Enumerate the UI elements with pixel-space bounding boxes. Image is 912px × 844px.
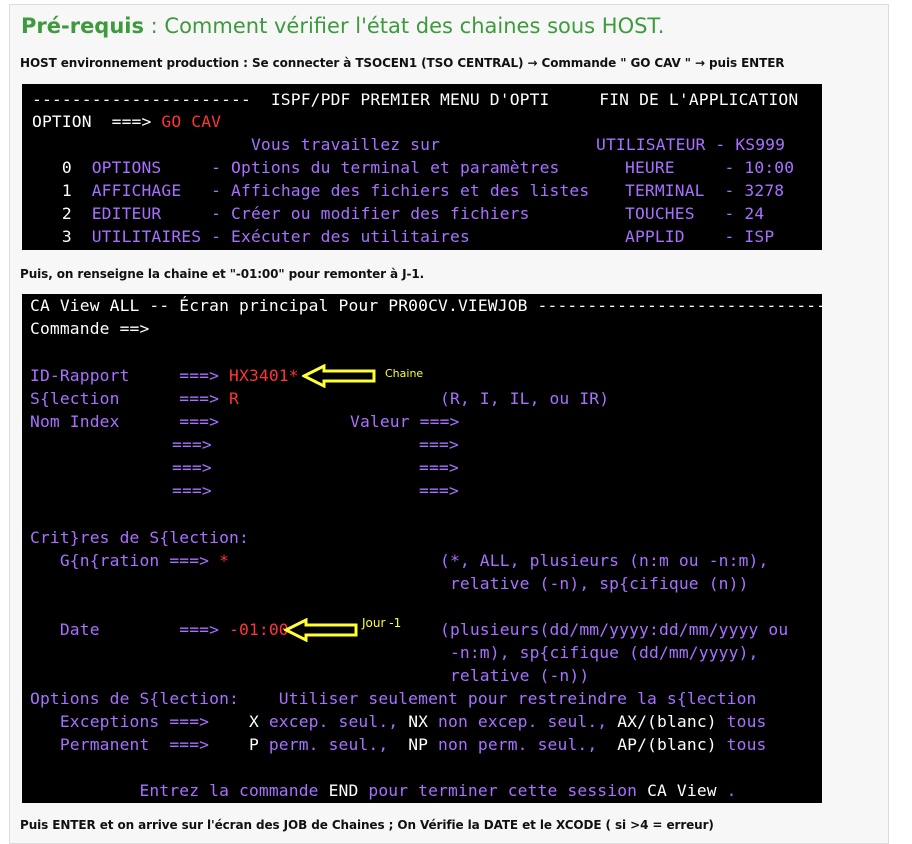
ispf-info-touches: TOUCHES - 24 (625, 204, 765, 223)
generation-hint-1: (*, ALL, plusieurs (n:m ou -n:m), (440, 551, 769, 570)
permanent-opt-np[interactable]: NP (408, 735, 428, 754)
caption-enter-jobs: Puis ENTER et on arrive sur l'écran des … (20, 818, 714, 832)
exceptions-text: tous (716, 712, 767, 731)
date-label: Date ===> (30, 620, 230, 639)
menu-name: AFFICHAGE (91, 181, 212, 200)
footer-caview-name: CA View (647, 781, 717, 800)
menu-name: EDITEUR (91, 204, 212, 223)
footer-end-keyword: END (328, 781, 359, 800)
ispf-title-line: ---------------------- ISPF/PDF PREMIER … (32, 90, 799, 109)
valeur-field-4[interactable]: ===> (419, 479, 459, 502)
id-rapport-input[interactable]: HX3401* (229, 366, 299, 385)
exceptions-opt-x[interactable]: X (249, 712, 259, 731)
date-hint-2: -n:m), sp{cifique (dd/mm/yyyy), (440, 643, 759, 662)
selection-label: S{lection ===> (30, 389, 230, 408)
permanent-opt-ap[interactable]: AP/(blanc) (617, 735, 717, 754)
ispf-info-applid: APPLID - ISP (625, 227, 775, 246)
permanent-label: Permanent ===> (30, 735, 249, 754)
ispf-terminal-screen: ---------------------- ISPF/PDF PREMIER … (22, 84, 822, 250)
exceptions-text: excep. seul., (258, 712, 409, 731)
selection-input[interactable]: R (229, 389, 239, 408)
exceptions-text: non excep. seul., (428, 712, 618, 731)
generation-label: G{n{ration ===> (30, 551, 220, 570)
menu-name: OPTIONS (91, 158, 212, 177)
ispf-info-terminal: TERMINAL - 3278 (625, 181, 785, 200)
menu-number: 0 (32, 158, 92, 177)
annotation-jour: Jour -1 (362, 616, 402, 630)
date-hint-1: (plusieurs(dd/mm/yyyy:dd/mm/yyyy ou (440, 620, 789, 639)
index-field-3[interactable]: ===> (172, 456, 212, 479)
exceptions-row: Exceptions ===> X excep. seul., NX non e… (30, 710, 767, 733)
menu-number: 1 (32, 181, 92, 200)
footer-line: Entrez la commande END pour terminer cet… (30, 779, 737, 802)
permanent-opt-p[interactable]: P (249, 735, 259, 754)
menu-number: 3 (32, 227, 92, 246)
ispf-menu-item-3[interactable]: 3 UTILITAIRES - Exécuter des utilitaires (32, 225, 470, 248)
caview-command-line[interactable]: Commande ==> (30, 317, 149, 340)
options-heading: Options de S{lection: Utiliser seulement… (30, 689, 757, 708)
footer-text: Entrez la commande (30, 781, 329, 800)
index-field-2[interactable]: ===> (172, 433, 212, 456)
date-input[interactable]: -01:00 (229, 620, 289, 639)
criteres-heading: Crit}res de S{lection: (30, 528, 249, 547)
permanent-text: tous (716, 735, 767, 754)
annotation-chaine: Chaine (385, 367, 424, 380)
valeur-label: Valeur ===> (350, 412, 460, 431)
exceptions-opt-ax[interactable]: AX/(blanc) (617, 712, 717, 731)
chaine-arrow-icon (302, 364, 376, 388)
footer-text: pour terminer cette session (358, 781, 648, 800)
valeur-field-3[interactable]: ===> (419, 456, 459, 479)
index-field-4[interactable]: ===> (172, 479, 212, 502)
exceptions-opt-nx[interactable]: NX (408, 712, 428, 731)
ispf-option-line: OPTION ===> GO CAV (32, 110, 221, 133)
selection-row: S{lection ===> R (30, 387, 239, 410)
page-title-rest: : Comment vérifier l'état des chaines so… (144, 14, 665, 38)
menu-desc: - Options du terminal et paramètres (211, 158, 560, 177)
caview-terminal-screen: CA View ALL -- Écran principal Pour PR00… (22, 294, 822, 803)
ispf-menu-item-2[interactable]: 2 EDITEUR - Créer ou modifier des fichie… (32, 202, 530, 225)
generation-hint-2: relative (-n), sp{cifique (n)) (440, 574, 749, 593)
ispf-menu-item-1[interactable]: 1 AFFICHAGE - Affichage des fichiers et … (32, 179, 589, 202)
menu-desc: - Affichage des fichiers et des listes (211, 181, 590, 200)
footer-text: . (716, 781, 737, 800)
exceptions-label: Exceptions ===> (30, 712, 249, 731)
ispf-option-input[interactable]: GO CAV (161, 112, 221, 131)
menu-name: UTILITAIRES (91, 227, 212, 246)
ispf-option-label: OPTION ===> (32, 112, 162, 131)
caview-title-line: CA View ALL -- Écran principal Pour PR00… (30, 296, 822, 315)
id-rapport-row: ID-Rapport ===> HX3401* (30, 364, 299, 387)
permanent-text: perm. seul., (258, 735, 409, 754)
menu-desc: - Exécuter des utilitaires (211, 227, 470, 246)
date-row: Date ===> -01:00 (30, 618, 289, 641)
ispf-info-heure: HEURE - 10:00 (625, 158, 795, 177)
valeur-field-2[interactable]: ===> (419, 433, 459, 456)
menu-desc: - Créer ou modifier des fichiers (211, 204, 530, 223)
ispf-user-info: UTILISATEUR - KS999 (596, 135, 786, 154)
page-title: Pré-requis : Comment vérifier l'état des… (21, 11, 664, 41)
generation-input[interactable]: * (219, 551, 229, 570)
ispf-vous-line: Vous travaillez sur (32, 135, 441, 154)
page-title-bold: Pré-requis (21, 14, 144, 38)
ispf-menu-item-0[interactable]: 0 OPTIONS - Options du terminal et param… (32, 156, 559, 179)
caption-fill-chain: Puis, on renseigne la chaine et "-01:00"… (20, 267, 425, 281)
permanent-row: Permanent ===> P perm. seul., NP non per… (30, 733, 767, 756)
nom-index-label: Nom Index ===> (30, 412, 220, 431)
menu-number: 2 (32, 204, 92, 223)
date-hint-3: relative (-n)) (440, 666, 590, 685)
generation-row: G{n{ration ===> * (30, 549, 229, 572)
permanent-text: non perm. seul., (428, 735, 618, 754)
selection-hint: (R, I, IL, ou IR) (440, 389, 610, 408)
id-rapport-label: ID-Rapport ===> (30, 366, 230, 385)
caption-host-login: HOST environnement production : Se conne… (20, 56, 785, 70)
